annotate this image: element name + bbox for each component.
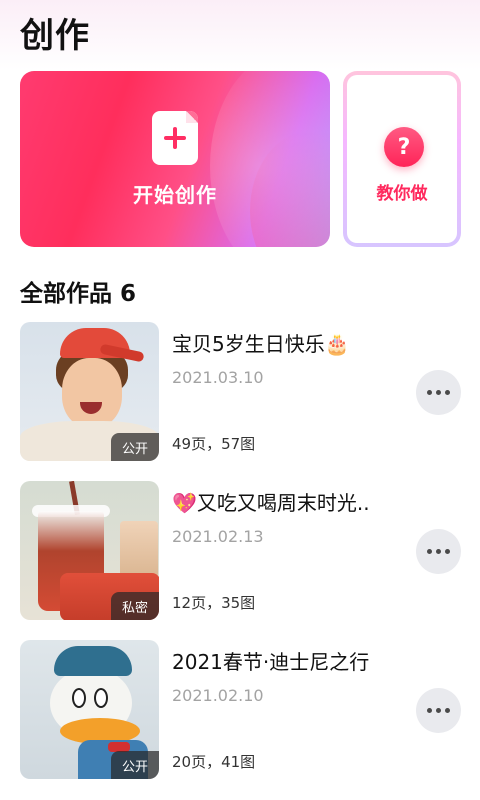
tutorial-card[interactable]: ? 教你做 [343, 71, 461, 247]
start-create-card[interactable]: 开始创作 [20, 71, 330, 247]
privacy-tag: 公开 [111, 433, 159, 461]
privacy-tag: 公开 [111, 751, 159, 779]
more-icon [427, 390, 432, 395]
work-stats: 49页，57图 [172, 435, 256, 453]
works-count: 6 [120, 281, 137, 307]
work-stats: 12页，35图 [172, 594, 256, 612]
more-icon [427, 708, 432, 713]
work-title[interactable]: 宝贝5岁生日快乐🎂 [172, 328, 350, 357]
work-date: 2021.02.10 [172, 686, 264, 705]
work-item[interactable]: 私密 💖又吃又喝周末时光.. 2021.02.13 12页，35图 [0, 481, 480, 621]
question-icon: ? [384, 127, 424, 167]
privacy-tag: 私密 [111, 592, 159, 620]
more-icon [427, 549, 432, 554]
work-thumbnail[interactable]: 公开 [20, 322, 159, 461]
section-title: 全部作品 [20, 281, 112, 307]
more-options-button[interactable] [416, 688, 461, 733]
more-options-button[interactable] [416, 370, 461, 415]
work-date: 2021.02.13 [172, 527, 264, 546]
more-options-button[interactable] [416, 529, 461, 574]
start-create-label: 开始创作 [133, 183, 217, 207]
work-title[interactable]: 💖又吃又喝周末时光.. [172, 487, 370, 516]
work-item[interactable]: 公开 2021春节·迪士尼之行 2021.02.10 20页，41图 [0, 640, 480, 780]
work-item[interactable]: 公开 宝贝5岁生日快乐🎂 2021.03.10 49页，57图 [0, 322, 480, 462]
plus-icon [152, 111, 198, 165]
tutorial-label: 教你做 [376, 184, 428, 204]
work-thumbnail[interactable]: 公开 [20, 640, 159, 779]
work-title[interactable]: 2021春节·迪士尼之行 [172, 646, 369, 675]
work-stats: 20页，41图 [172, 753, 256, 771]
work-date: 2021.03.10 [172, 368, 264, 387]
work-thumbnail[interactable]: 私密 [20, 481, 159, 620]
section-header: 全部作品 6 [20, 274, 136, 308]
page-title: 创作 [20, 16, 90, 56]
